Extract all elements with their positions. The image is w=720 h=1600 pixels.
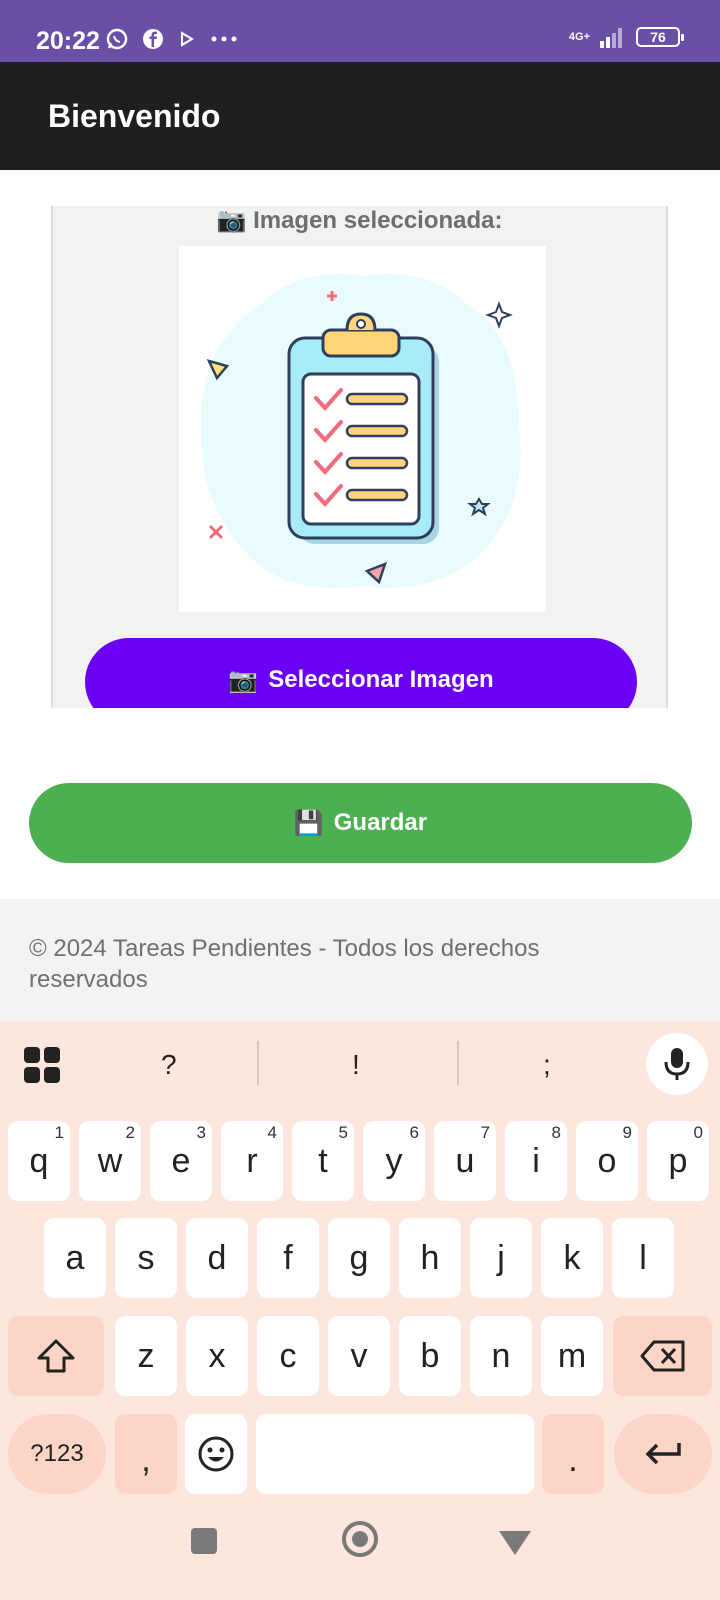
backspace-icon bbox=[640, 1340, 684, 1372]
key-z[interactable]: z bbox=[115, 1316, 177, 1396]
floppy-disk-icon: 💾 bbox=[293, 809, 324, 837]
suggestion-divider bbox=[457, 1041, 459, 1085]
key-i[interactable]: i8 bbox=[505, 1121, 567, 1201]
key-b[interactable]: b bbox=[399, 1316, 461, 1396]
facebook-icon bbox=[143, 29, 163, 49]
backspace-key[interactable] bbox=[613, 1316, 712, 1396]
shift-icon bbox=[37, 1339, 75, 1373]
key-c[interactable]: c bbox=[257, 1316, 319, 1396]
recents-button[interactable] bbox=[191, 1528, 217, 1554]
key-r[interactable]: r4 bbox=[221, 1121, 283, 1201]
shift-key[interactable] bbox=[8, 1316, 104, 1396]
camera-icon: 📷 bbox=[216, 207, 247, 234]
key-q[interactable]: q1 bbox=[8, 1121, 70, 1201]
network-label: 4G+ bbox=[568, 30, 590, 43]
status-time: 20:22 bbox=[36, 27, 100, 55]
period-key[interactable]: . bbox=[542, 1414, 604, 1494]
app-bar: Bienvenido bbox=[0, 62, 720, 170]
navigation-bar bbox=[0, 1500, 720, 1600]
comma-key[interactable]: , bbox=[115, 1414, 177, 1494]
key-h[interactable]: h bbox=[399, 1218, 461, 1298]
suggestion-item[interactable]: ; bbox=[543, 1049, 551, 1081]
key-u[interactable]: u7 bbox=[434, 1121, 496, 1201]
key-t[interactable]: t5 bbox=[292, 1121, 354, 1201]
battery-icon: 76 bbox=[636, 27, 684, 47]
key-n[interactable]: n bbox=[470, 1316, 532, 1396]
key-label: y bbox=[385, 1141, 403, 1180]
key-hint: 4 bbox=[267, 1123, 277, 1142]
image-card: 📷 Imagen seleccionada: 📷 Seleccionar Ima… bbox=[51, 206, 668, 708]
apps-grid-icon[interactable] bbox=[24, 1047, 60, 1083]
play-icon bbox=[181, 31, 194, 47]
key-label: w bbox=[97, 1141, 123, 1180]
copyright-text: © 2024 Tareas Pendientes - Todos los der… bbox=[29, 935, 540, 993]
key-label: e bbox=[171, 1141, 191, 1180]
key-j[interactable]: j bbox=[470, 1218, 532, 1298]
key-hint: 3 bbox=[196, 1123, 206, 1142]
key-f[interactable]: f bbox=[257, 1218, 319, 1298]
key-l[interactable]: l bbox=[612, 1218, 674, 1298]
key-g[interactable]: g bbox=[328, 1218, 390, 1298]
key-hint: 7 bbox=[480, 1123, 490, 1142]
key-hint: 8 bbox=[551, 1123, 561, 1142]
enter-key[interactable] bbox=[614, 1414, 712, 1494]
key-hint: 5 bbox=[338, 1123, 348, 1142]
key-hint: 1 bbox=[54, 1123, 64, 1142]
suggestion-divider bbox=[257, 1041, 259, 1085]
space-key[interactable] bbox=[256, 1414, 534, 1494]
key-hint: 6 bbox=[409, 1123, 419, 1142]
microphone-icon bbox=[664, 1048, 690, 1080]
key-k[interactable]: k bbox=[541, 1218, 603, 1298]
key-hint: 2 bbox=[125, 1123, 135, 1142]
key-y[interactable]: y6 bbox=[363, 1121, 425, 1201]
key-o[interactable]: o9 bbox=[576, 1121, 638, 1201]
selected-image bbox=[179, 246, 546, 612]
key-label: u bbox=[455, 1141, 475, 1180]
back-button[interactable] bbox=[499, 1531, 531, 1555]
whatsapp-icon bbox=[106, 28, 128, 50]
key-label: q bbox=[29, 1141, 49, 1180]
key-s[interactable]: s bbox=[115, 1218, 177, 1298]
page-title: Bienvenido bbox=[48, 98, 221, 134]
key-label: p bbox=[668, 1141, 688, 1180]
save-button[interactable]: 💾 Guardar bbox=[29, 783, 692, 863]
selected-image-label: 📷 Imagen seleccionada: bbox=[216, 207, 503, 234]
footer: © 2024 Tareas Pendientes - Todos los der… bbox=[0, 899, 720, 1021]
camera-icon: 📷 bbox=[228, 667, 259, 694]
key-label: r bbox=[246, 1141, 258, 1180]
status-bar: 20:22 4G+ 76 bbox=[0, 0, 720, 62]
key-p[interactable]: p0 bbox=[647, 1121, 709, 1201]
key-m[interactable]: m bbox=[541, 1316, 603, 1396]
save-label: Guardar bbox=[333, 809, 428, 836]
key-d[interactable]: d bbox=[186, 1218, 248, 1298]
home-button[interactable] bbox=[342, 1521, 378, 1557]
battery-level: 76 bbox=[650, 29, 666, 45]
symbols-key[interactable]: ?123 bbox=[8, 1414, 106, 1494]
select-image-button[interactable]: 📷 Seleccionar Imagen bbox=[85, 638, 637, 708]
suggestion-bar: ? ! ; bbox=[0, 1021, 720, 1105]
key-label: o bbox=[597, 1141, 617, 1180]
emoji-icon bbox=[198, 1436, 234, 1472]
signal-icon bbox=[600, 28, 622, 48]
key-v[interactable]: v bbox=[328, 1316, 390, 1396]
clipboard-checklist-illustration bbox=[200, 274, 521, 588]
key-e[interactable]: e3 bbox=[150, 1121, 212, 1201]
emoji-key[interactable] bbox=[185, 1414, 247, 1494]
more-dots-icon bbox=[211, 36, 237, 42]
select-image-label: Seleccionar Imagen bbox=[268, 666, 494, 693]
suggestion-item[interactable]: ? bbox=[161, 1049, 177, 1081]
key-hint: 0 bbox=[693, 1123, 703, 1142]
key-hint: 9 bbox=[622, 1123, 632, 1142]
microphone-button[interactable] bbox=[646, 1033, 708, 1095]
suggestion-item[interactable]: ! bbox=[352, 1049, 360, 1081]
key-label: t bbox=[318, 1141, 328, 1180]
key-w[interactable]: w2 bbox=[79, 1121, 141, 1201]
enter-icon bbox=[645, 1443, 681, 1465]
key-x[interactable]: x bbox=[186, 1316, 248, 1396]
key-a[interactable]: a bbox=[44, 1218, 106, 1298]
key-label: i bbox=[532, 1141, 540, 1180]
